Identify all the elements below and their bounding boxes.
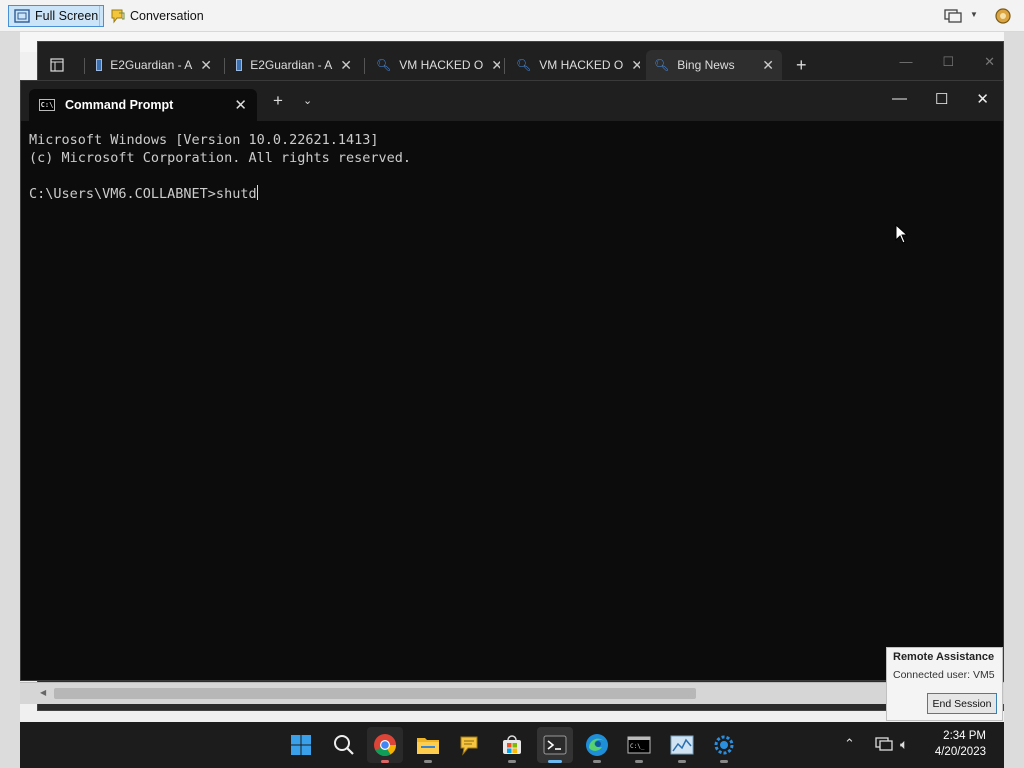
toolbar-divider <box>99 6 100 26</box>
taskbar: C:\_ ⌃ 🔈︎ 2:34 PM 4/20/2023 <box>20 722 1004 768</box>
bing-search-icon: 🔍︎ <box>376 58 392 72</box>
remote-assistance-panel: Remote Assistance Connected user: VM5 En… <box>886 647 1003 721</box>
tab-actions-icon <box>50 58 64 72</box>
tab-actions-button[interactable] <box>42 50 78 80</box>
terminal-icon <box>543 735 567 755</box>
text-cursor <box>256 185 258 200</box>
config-gear-icon <box>714 735 734 755</box>
close-icon[interactable]: ✕ <box>976 90 989 108</box>
terminal-prompt-line[interactable]: C:\Users\VM6.COLLABNET>shutd <box>29 185 995 203</box>
conversation-icon <box>111 9 125 24</box>
new-tab-button[interactable]: + <box>788 50 818 80</box>
close-icon[interactable]: ✕ <box>491 57 500 74</box>
close-icon[interactable]: ✕ <box>762 57 774 74</box>
new-tab-button[interactable]: + <box>273 91 283 111</box>
browser-tab-label: E2Guardian - A <box>110 58 193 72</box>
network-icon[interactable] <box>875 736 893 752</box>
terminal-titlebar[interactable]: C:\ Command Prompt ✕ + ⌄ — ☐ ✕ <box>21 81 1003 121</box>
search-icon <box>334 735 354 755</box>
conversation-label: Conversation <box>130 9 204 23</box>
taskbar-edge[interactable] <box>579 727 615 763</box>
clock-time[interactable]: 2:34 PM <box>924 730 986 742</box>
edge-icon <box>586 734 608 756</box>
taskbar-config-tool[interactable] <box>706 727 742 763</box>
scroll-left-icon[interactable]: ◀ <box>40 688 46 697</box>
maximize-icon[interactable]: ☐ <box>942 54 954 70</box>
bing-search-icon: 🔍︎ <box>516 58 532 72</box>
chevron-down-icon[interactable]: ⌄ <box>303 94 312 107</box>
scrollbar-thumb[interactable] <box>54 688 696 699</box>
taskbar-chrome[interactable] <box>367 727 403 763</box>
taskbar-terminal[interactable] <box>537 727 573 763</box>
mouse-pointer-icon <box>895 224 909 244</box>
start-button[interactable] <box>283 727 319 763</box>
terminal-line: Microsoft Windows [Version 10.0.22621.14… <box>29 132 379 148</box>
close-icon[interactable]: ✕ <box>234 96 247 114</box>
clock-date[interactable]: 4/20/2023 <box>924 746 986 758</box>
browser-tab[interactable]: E2Guardian - A ✕ <box>88 50 220 80</box>
close-icon[interactable]: ✕ <box>200 57 212 74</box>
search-button[interactable] <box>326 727 362 763</box>
terminal-command-input[interactable]: C:\Users\VM6.COLLABNET>shutd <box>29 186 257 202</box>
browser-tab[interactable]: 🔍︎ VM HACKED O ✕ <box>368 50 500 80</box>
end-session-button[interactable]: End Session <box>927 693 997 714</box>
command-prompt-icon: C:\ <box>39 99 55 111</box>
remote-desktop-view[interactable]: E2Guardian - A ✕ E2Guardian - A ✕ 🔍︎ VM … <box>20 32 1004 722</box>
taskbar-chat-app[interactable] <box>451 727 487 763</box>
taskbar-microsoft-store[interactable] <box>494 727 530 763</box>
taskbar-performance-monitor[interactable] <box>664 727 700 763</box>
browser-window-controls: — ☐ ✕ <box>899 54 995 70</box>
store-bag-icon <box>503 735 521 754</box>
terminal-window-controls: — ☐ ✕ <box>892 90 989 108</box>
close-icon[interactable]: ✕ <box>984 54 995 70</box>
bing-search-icon: 🔍︎ <box>654 58 670 72</box>
folder-icon <box>417 738 439 754</box>
tab-command-prompt[interactable]: C:\ Command Prompt ✕ <box>29 89 257 121</box>
horizontal-scrollbar[interactable]: ◀ <box>20 682 1004 704</box>
fullscreen-icon <box>14 9 30 23</box>
chevron-down-icon[interactable]: ▼ <box>970 10 978 19</box>
browser-tab-active[interactable]: 🔍︎ Bing News ✕ <box>646 50 782 80</box>
display-settings-icon[interactable] <box>944 8 962 27</box>
svg-text:C:\_: C:\_ <box>630 743 645 750</box>
chart-window-icon <box>670 735 694 755</box>
browser-tab[interactable]: E2Guardian - A ✕ <box>228 50 360 80</box>
taskbar-file-explorer[interactable] <box>410 727 446 763</box>
taskbar-cmd[interactable]: C:\_ <box>621 727 657 763</box>
conversation-button[interactable]: Conversation <box>104 5 209 27</box>
help-gear-icon[interactable] <box>994 7 1012 28</box>
monitor-icon <box>236 59 243 71</box>
full-screen-label: Full Screen <box>35 9 99 23</box>
browser-tab[interactable]: 🔍︎ VM HACKED O ✕ <box>508 50 640 80</box>
terminal-window[interactable]: C:\ Command Prompt ✕ + ⌄ — ☐ ✕ Microsoft… <box>20 80 1004 681</box>
browser-tab-label: VM HACKED O <box>399 58 484 72</box>
browser-tab-label: VM HACKED O <box>539 58 624 72</box>
minimize-icon[interactable]: — <box>899 54 912 70</box>
terminal-line: (c) Microsoft Corporation. All rights re… <box>29 150 412 166</box>
plus-icon: + <box>796 54 807 75</box>
maximize-icon[interactable]: ☐ <box>935 90 948 108</box>
remote-assistance-title: Remote Assistance <box>893 651 995 663</box>
chrome-icon <box>374 734 396 756</box>
terminal-output[interactable]: Microsoft Windows [Version 10.0.22621.14… <box>29 131 995 203</box>
browser-tab-label: Bing News <box>677 58 735 72</box>
full-screen-button[interactable]: Full Screen <box>8 5 105 27</box>
chat-bubble-icon <box>460 736 478 756</box>
host-toolbar: Full Screen Conversation ▼ <box>0 0 1024 32</box>
connected-user-label: Connected user: VM5 <box>893 669 995 681</box>
close-icon[interactable]: ✕ <box>340 57 352 74</box>
chevron-up-icon[interactable]: ⌃ <box>844 736 855 752</box>
close-icon[interactable]: ✕ <box>631 57 640 74</box>
minimize-icon[interactable]: — <box>892 90 907 108</box>
volume-icon[interactable]: 🔈︎ <box>900 736 908 753</box>
browser-tab-label: E2Guardian - A <box>250 58 333 72</box>
terminal-tab-title: Command Prompt <box>65 98 174 112</box>
windows-start-icon <box>291 735 311 755</box>
monitor-icon <box>96 59 103 71</box>
cmd-icon: C:\_ <box>627 736 651 754</box>
